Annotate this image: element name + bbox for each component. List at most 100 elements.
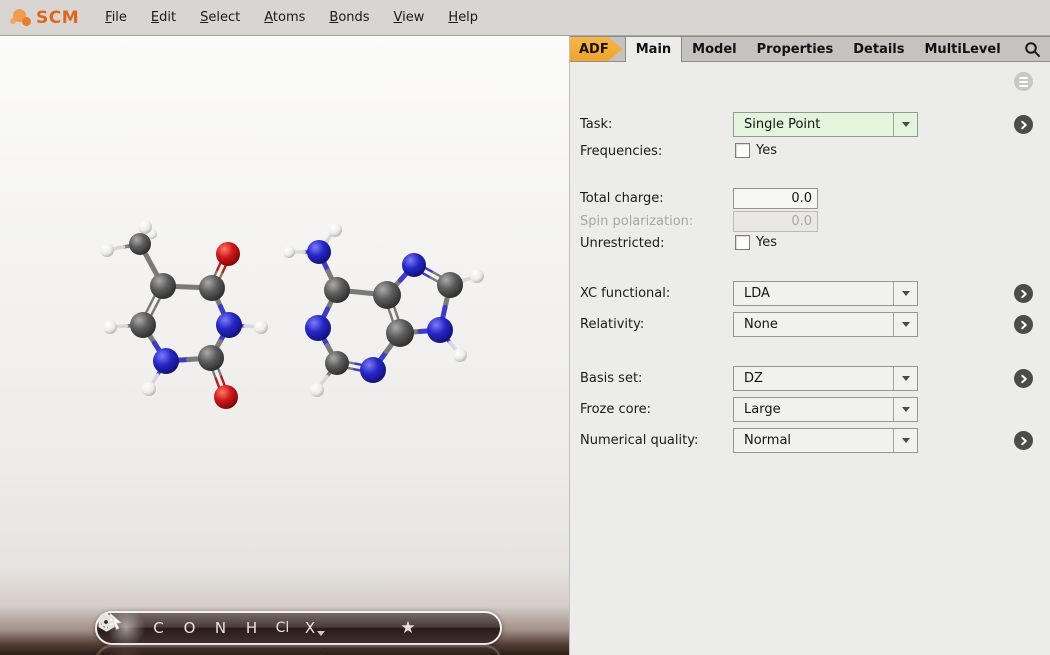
menu-bar: SCM File Edit Select Atoms Bonds View He… (0, 0, 1050, 36)
scm-logo: SCM (8, 6, 79, 30)
chevron-right-icon (1019, 120, 1029, 130)
xc-functional-dropdown-arrow[interactable] (893, 282, 917, 305)
scm-logo-icon (8, 6, 34, 30)
atom-N[interactable] (307, 240, 331, 264)
atom-H[interactable] (103, 320, 117, 334)
star-tool-button[interactable]: ★ (392, 613, 424, 643)
unrestricted-label: Unrestricted: (580, 235, 665, 253)
panel-menu-disc-button[interactable] (1014, 72, 1033, 91)
chevron-down-icon (902, 122, 910, 127)
total-charge-label: Total charge: (580, 188, 664, 209)
atom-N[interactable] (427, 317, 453, 343)
menu-select[interactable]: Select (188, 6, 252, 29)
numerical-quality-label: Numerical quality: (580, 428, 698, 454)
relativity-row: Relativity: None (570, 312, 1050, 338)
atom-H[interactable] (254, 320, 268, 334)
molecule-viewer[interactable]: C O N H Cl X ★ (0, 36, 570, 655)
frozen-core-dropdown[interactable]: Large (733, 397, 918, 422)
gear-icon (97, 613, 115, 631)
atom-C[interactable] (373, 281, 401, 309)
tab-main[interactable]: Main (625, 37, 682, 62)
tab-bar: ADF Main Model Properties Details MultiL… (570, 36, 1050, 62)
atom-C[interactable] (129, 233, 151, 255)
numerical-quality-dropdown-arrow[interactable] (893, 429, 917, 452)
basis-set-dropdown-arrow[interactable] (893, 367, 917, 390)
chevron-down-icon (902, 322, 910, 327)
atom-H[interactable] (142, 382, 156, 396)
relativity-label: Relativity: (580, 312, 644, 338)
menu-help[interactable]: Help (436, 6, 490, 29)
element-h-button[interactable]: H (236, 613, 267, 643)
atom-N[interactable] (216, 312, 242, 338)
total-charge-input[interactable] (733, 188, 818, 209)
search-button[interactable] (1024, 37, 1050, 61)
tab-model[interactable]: Model (682, 37, 746, 61)
task-value: Single Point (734, 117, 893, 132)
atom-N[interactable] (305, 315, 331, 341)
settings-tool-button[interactable] (456, 613, 488, 643)
atom-C[interactable] (199, 275, 225, 301)
checkbox-box[interactable] (735, 143, 750, 158)
task-dropdown[interactable]: Single Point (733, 112, 918, 137)
atom-C[interactable] (150, 273, 176, 299)
atom-H[interactable] (283, 246, 295, 258)
unrestricted-checkbox[interactable]: Yes (735, 235, 777, 250)
frozen-core-row: Froze core: Large (570, 397, 1050, 423)
menu-file[interactable]: File (93, 6, 139, 29)
element-x-button[interactable]: X (298, 613, 332, 643)
frozen-core-dropdown-arrow[interactable] (893, 398, 917, 421)
chevron-right-icon (1019, 320, 1029, 330)
atom-C[interactable] (324, 277, 350, 303)
atom-O[interactable] (214, 385, 238, 409)
checkbox-box[interactable] (735, 235, 750, 250)
menu-view[interactable]: View (382, 6, 437, 29)
balloon-tool-button[interactable] (424, 613, 456, 643)
menu-edit[interactable]: Edit (139, 6, 188, 29)
menu-atoms[interactable]: Atoms (252, 6, 317, 29)
numerical-quality-value: Normal (734, 433, 893, 448)
tab-details[interactable]: Details (843, 37, 914, 61)
atom-C[interactable] (437, 272, 463, 298)
menu-bonds[interactable]: Bonds (317, 6, 381, 29)
atom-N[interactable] (360, 357, 386, 383)
spin-polarization-row: Spin polarization: (570, 211, 1050, 232)
frequencies-checkbox[interactable]: Yes (735, 143, 777, 158)
atom-C[interactable] (198, 345, 224, 371)
scm-logo-text: SCM (36, 8, 79, 28)
molecule-canvas[interactable] (0, 36, 570, 655)
relativity-dropdown[interactable]: None (733, 312, 918, 337)
numerical-quality-dropdown[interactable]: Normal (733, 428, 918, 453)
atom-H[interactable] (453, 348, 467, 362)
atom-N[interactable] (402, 253, 426, 277)
chevron-down-icon (902, 291, 910, 296)
atom-C[interactable] (325, 351, 349, 375)
atom-C[interactable] (386, 319, 414, 347)
atom-H[interactable] (328, 223, 342, 237)
numerical-quality-detail-button[interactable] (1014, 431, 1033, 450)
numerical-quality-row: Numerical quality: Normal (570, 428, 1050, 454)
element-o-button[interactable]: O (174, 613, 205, 643)
element-x-label: X (305, 619, 315, 637)
relativity-dropdown-arrow[interactable] (893, 313, 917, 336)
basis-set-detail-button[interactable] (1014, 369, 1033, 388)
atom-N[interactable] (153, 348, 179, 374)
ring-tool-button[interactable] (332, 613, 364, 643)
element-cl-button[interactable]: Cl (267, 613, 298, 643)
atom-H[interactable] (470, 269, 484, 283)
element-c-button[interactable]: C (143, 613, 174, 643)
tab-properties[interactable]: Properties (747, 37, 844, 61)
tab-multilevel[interactable]: MultiLevel (915, 37, 1011, 61)
element-n-button[interactable]: N (205, 613, 236, 643)
xc-functional-value: LDA (734, 286, 893, 301)
basis-set-dropdown[interactable]: DZ (733, 366, 918, 391)
xc-functional-dropdown[interactable]: LDA (733, 281, 918, 306)
atom-O[interactable] (216, 242, 240, 266)
xc-functional-detail-button[interactable] (1014, 284, 1033, 303)
atom-C[interactable] (130, 312, 156, 338)
atom-H[interactable] (100, 243, 114, 257)
task-dropdown-arrow[interactable] (893, 113, 917, 136)
atom-H[interactable] (310, 383, 324, 397)
atom-H[interactable] (138, 220, 152, 234)
task-detail-button[interactable] (1014, 115, 1033, 134)
relativity-detail-button[interactable] (1014, 315, 1033, 334)
